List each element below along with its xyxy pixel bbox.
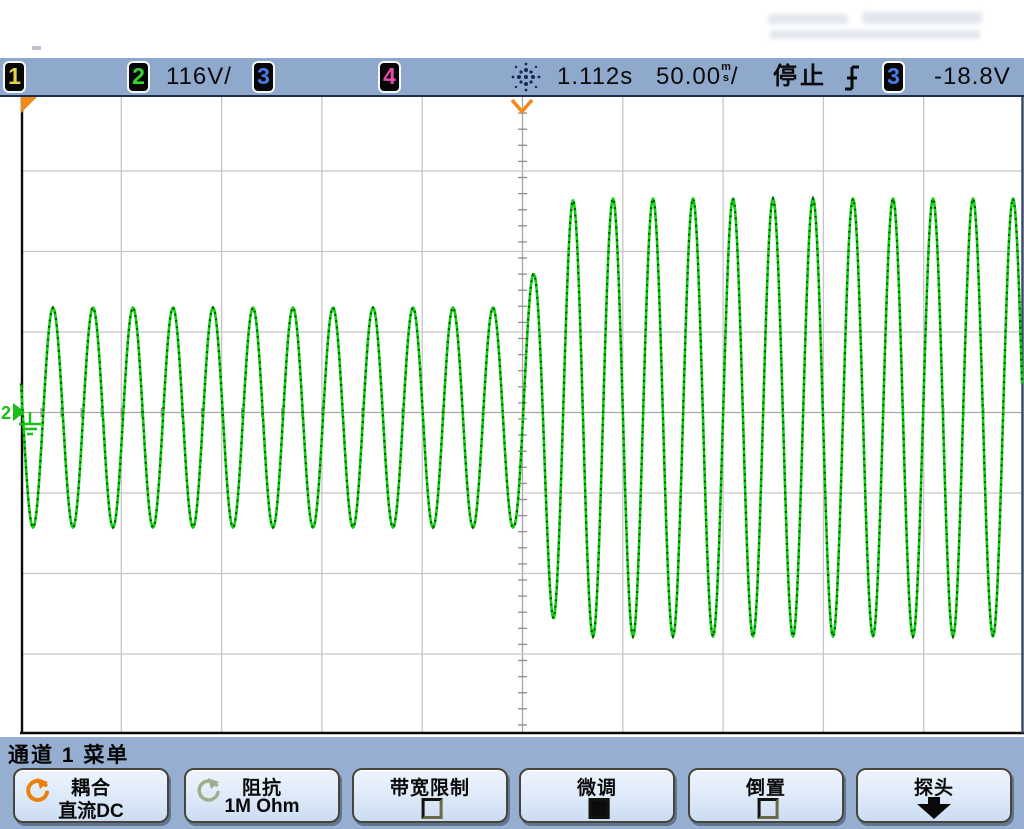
corner-trigger-flag bbox=[21, 97, 37, 113]
channel2-waveform bbox=[21, 199, 1022, 637]
channel2-waveform-samples bbox=[21, 199, 1022, 637]
oscilloscope-screen: { "status_bar": { "ch1_label": "1", "ch2… bbox=[0, 0, 1024, 829]
svg-text:2: 2 bbox=[1, 403, 11, 423]
waveform-display: 2 bbox=[0, 0, 1024, 829]
